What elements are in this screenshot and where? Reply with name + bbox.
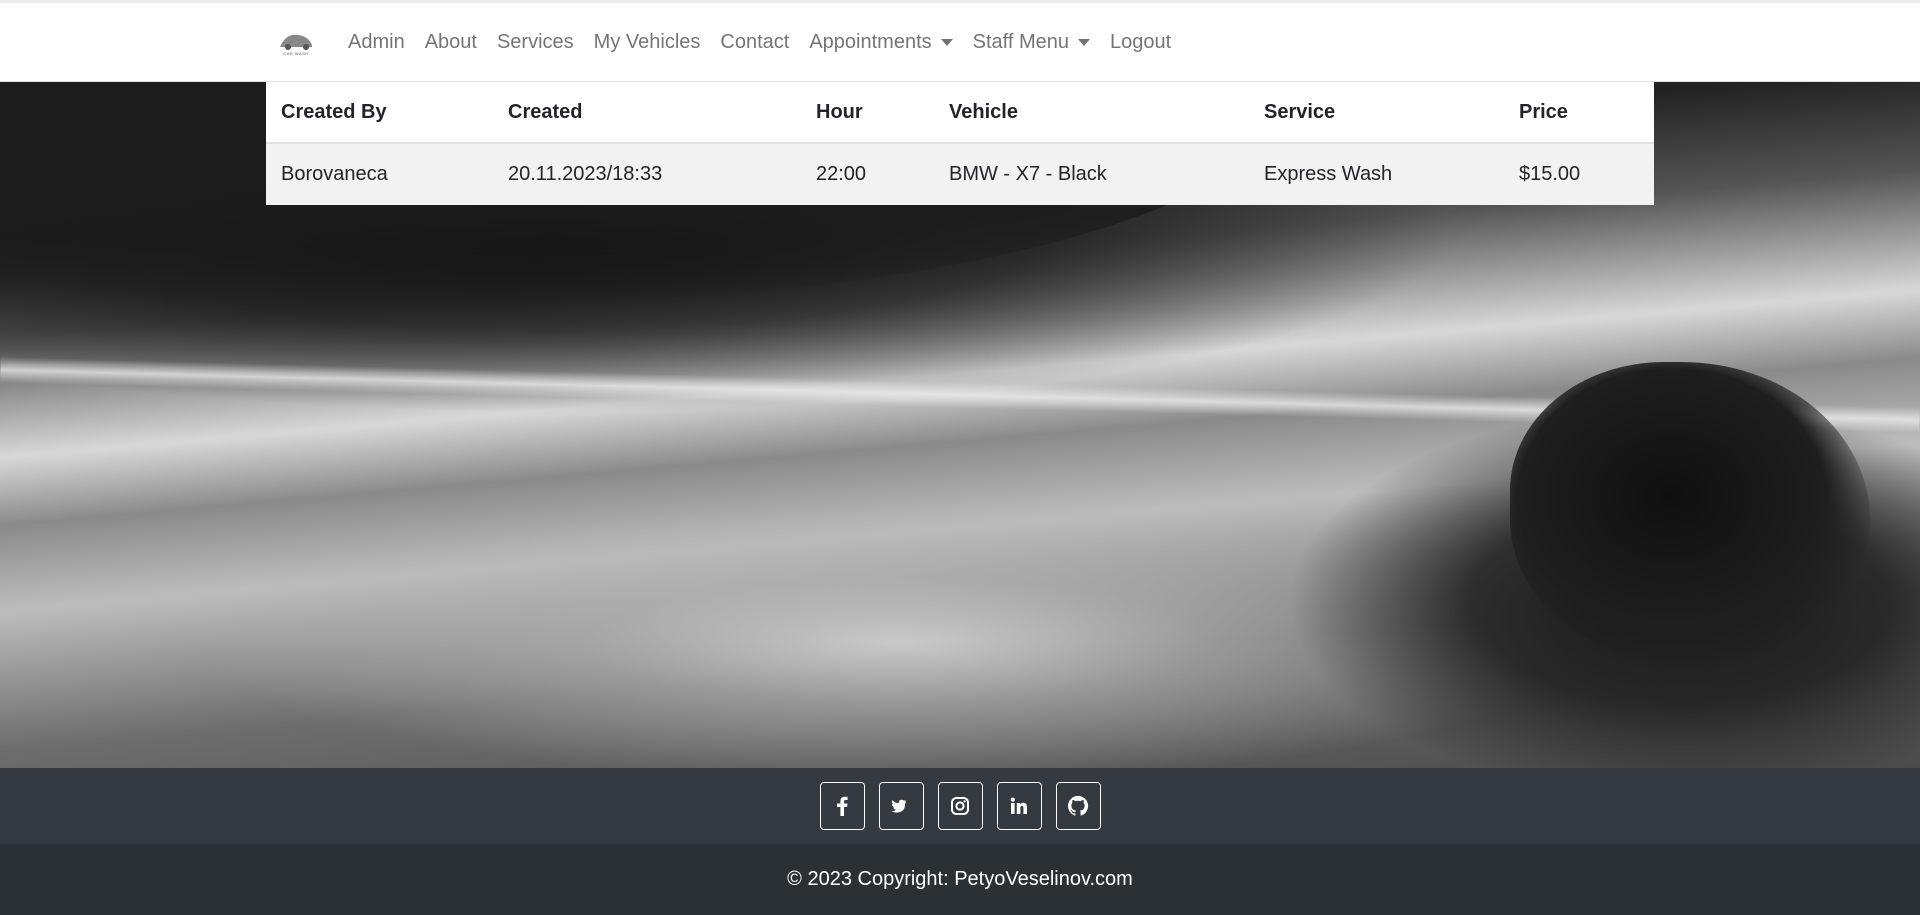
nav-link-admin-label: Admin (348, 31, 405, 53)
column-header-price: Price (1504, 82, 1654, 144)
cell-created: 20.11.2023/18:33 (508, 163, 663, 185)
car-logo-icon (280, 34, 312, 50)
nav-dropdown-appointments-label: Appointments (809, 31, 932, 53)
linkedin-icon (1010, 797, 1027, 814)
footer-copyright: © 2023 Copyright: PetyoVeselinov.com (0, 844, 1920, 915)
github-button[interactable] (1055, 782, 1101, 830)
footer-social-bar (0, 768, 1920, 844)
nav-link-contact[interactable]: Contact (720, 31, 789, 54)
nav-dropdown-staff-menu[interactable]: Staff Menu (973, 31, 1090, 54)
table-row[interactable]: Borovaneca 20.11.2023/18:33 22:00 BMW - … (266, 143, 1654, 205)
caret-down-icon (940, 39, 953, 46)
instagram-icon (951, 797, 969, 815)
twitter-icon (891, 799, 907, 813)
nav-inner: CAR WASH Admin About Services My Vehicle… (266, 3, 1191, 82)
column-header-service: Service (1249, 82, 1504, 144)
column-header-hour: Hour (801, 82, 934, 144)
cell-vehicle: BMW - X7 - Black (949, 163, 1107, 185)
nav-link-contact-label: Contact (720, 31, 790, 53)
twitter-button[interactable] (878, 782, 924, 830)
navbar: CAR WASH Admin About Services My Vehicle… (0, 3, 1920, 82)
nav-link-about[interactable]: About (425, 31, 477, 54)
column-header-created: Created (493, 82, 801, 144)
nav-link-admin[interactable]: Admin (348, 31, 405, 54)
appointments-table-container: Created By Created Hour Vehicle Service … (266, 82, 1654, 205)
column-header-created-by: Created By (266, 82, 493, 144)
nav-link-logout-label: Logout (1109, 31, 1172, 53)
table-body: Borovaneca 20.11.2023/18:33 22:00 BMW - … (266, 143, 1654, 205)
facebook-button[interactable] (819, 782, 865, 830)
nav-link-logout[interactable]: Logout (1110, 31, 1171, 54)
instagram-button[interactable] (937, 782, 983, 830)
cell-price: $15.00 (1519, 163, 1581, 185)
nav-link-about-label: About (424, 31, 477, 53)
table-head: Created By Created Hour Vehicle Service … (266, 82, 1654, 144)
linkedin-button[interactable] (996, 782, 1042, 830)
cell-service: Express Wash (1264, 163, 1393, 185)
nav-dropdown-staff-menu-label: Staff Menu (972, 31, 1069, 53)
nav-link-services-label: Services (496, 31, 574, 53)
facebook-icon (837, 796, 848, 816)
github-icon (1067, 795, 1089, 816)
appointments-table: Created By Created Hour Vehicle Service … (266, 82, 1654, 205)
caret-down-icon (1077, 39, 1090, 46)
nav-link-my-vehicles[interactable]: My Vehicles (594, 31, 701, 54)
cell-hour: 22:00 (816, 163, 867, 185)
logo-text: CAR WASH (283, 51, 309, 56)
nav-link-my-vehicles-label: My Vehicles (593, 31, 701, 53)
nav-link-services[interactable]: Services (497, 31, 574, 54)
copyright-text: © 2023 Copyright: PetyoVeselinov.com (787, 868, 1133, 890)
nav-dropdown-appointments[interactable]: Appointments (809, 31, 953, 54)
column-header-vehicle: Vehicle (934, 82, 1249, 144)
table-header-row: Created By Created Hour Vehicle Service … (266, 82, 1654, 144)
cell-created-by: Borovaneca (281, 163, 388, 185)
car-wash-logo[interactable]: CAR WASH (266, 26, 326, 60)
